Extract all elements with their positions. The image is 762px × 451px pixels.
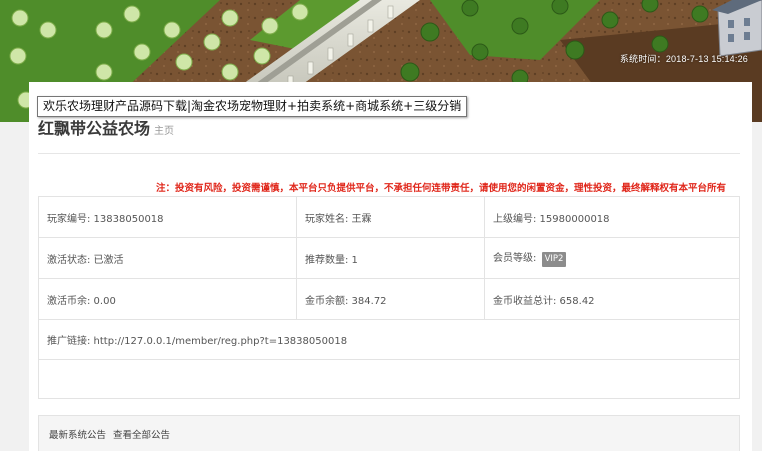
table-row [38, 359, 740, 399]
vip-badge: VIP2 [541, 252, 567, 267]
empty-cell [38, 359, 740, 399]
parent-id: 上级编号: 15980000018 [484, 196, 740, 238]
page-title: 红飘带公益农场 [38, 119, 151, 138]
activation-coins: 激活币余: 0.00 [38, 278, 297, 320]
table-row: 玩家编号: 13838050018 玩家姓名: 王霖 上级编号: 1598000… [38, 196, 740, 238]
player-id: 玩家编号: 13838050018 [38, 196, 297, 238]
browser-title-tooltip: 欢乐农场理财产品源码下载|淘金农场宠物理财+拍卖系统+商城系统+三级分销 [37, 96, 468, 117]
member-level-label: 会员等级: [493, 253, 537, 264]
gold-earnings-total: 金币收益总计: 658.42 [484, 278, 740, 320]
player-name: 玩家姓名: 王霖 [296, 196, 485, 238]
heading-divider [38, 153, 740, 154]
gold-balance: 金币余额: 384.72 [296, 278, 485, 320]
risk-warning: 注：投资有风险，投资需谨慎，本平台只负提供平台，不承担任何连带责任，请使用您的闲… [155, 183, 726, 194]
announcement-bar: 最新系统公告 查看全部公告 [38, 415, 740, 451]
member-level: 会员等级: VIP2 [484, 237, 740, 279]
account-info-table: 玩家编号: 13838050018 玩家姓名: 王霖 上级编号: 1598000… [38, 196, 740, 399]
table-row: 推广链接: http://127.0.0.1/member/reg.php?t=… [38, 319, 740, 360]
table-row: 激活币余: 0.00 金币余额: 384.72 金币收益总计: 658.42 [38, 278, 740, 320]
promo-link[interactable]: 推广链接: http://127.0.0.1/member/reg.php?t=… [38, 319, 740, 360]
referral-count: 推荐数量: 1 [296, 237, 485, 279]
system-time: 系统时间：2018-7-13 15:14:26 [619, 54, 748, 64]
breadcrumb-home[interactable]: 主页 [154, 126, 174, 137]
announcement-label: 最新系统公告 [49, 430, 107, 441]
activation-status: 激活状态: 已激活 [38, 237, 297, 279]
page-heading: 红飘带公益农场 主页 [38, 115, 174, 139]
view-all-announcements-link[interactable]: 查看全部公告 [113, 430, 170, 441]
table-row: 激活状态: 已激活 推荐数量: 1 会员等级: VIP2 [38, 237, 740, 279]
